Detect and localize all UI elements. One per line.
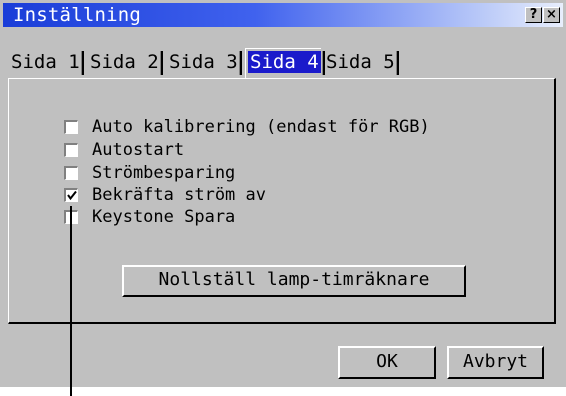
- reset-lamp-timer-button[interactable]: Nollställ lamp-timräknare: [122, 265, 466, 297]
- close-button[interactable]: ×: [543, 7, 560, 23]
- title-bar[interactable]: Inställning ? ×: [3, 3, 563, 27]
- tab-label: Sida 2: [90, 51, 159, 73]
- tab-sida-1[interactable]: Sida 1: [8, 48, 84, 78]
- help-button[interactable]: ?: [525, 7, 542, 23]
- tab-divider: [239, 50, 242, 75]
- callout-line: [70, 206, 72, 396]
- tab-sida-3[interactable]: Sida 3: [166, 48, 242, 78]
- window-title: Inställning: [13, 4, 142, 26]
- tab-divider: [81, 50, 84, 75]
- tab-sida-2[interactable]: Sida 2: [87, 48, 163, 78]
- tab-divider: [160, 50, 163, 75]
- ok-button[interactable]: OK: [338, 346, 436, 379]
- tab-sida-4[interactable]: Sida 4: [245, 48, 325, 80]
- tab-label: Sida 3: [169, 51, 238, 73]
- tab-label: Sida 1: [11, 51, 80, 73]
- settings-dialog: Inställning ? × Sida 1 Sida 2 Sida 3 Sid…: [0, 0, 566, 387]
- tab-label: Sida 4: [248, 51, 321, 73]
- cancel-button[interactable]: Avbryt: [447, 346, 544, 379]
- tab-divider: [396, 50, 399, 75]
- tab-sida-5[interactable]: Sida 5: [323, 48, 399, 78]
- tab-divider: [322, 50, 325, 75]
- tab-label: Sida 5: [326, 51, 395, 73]
